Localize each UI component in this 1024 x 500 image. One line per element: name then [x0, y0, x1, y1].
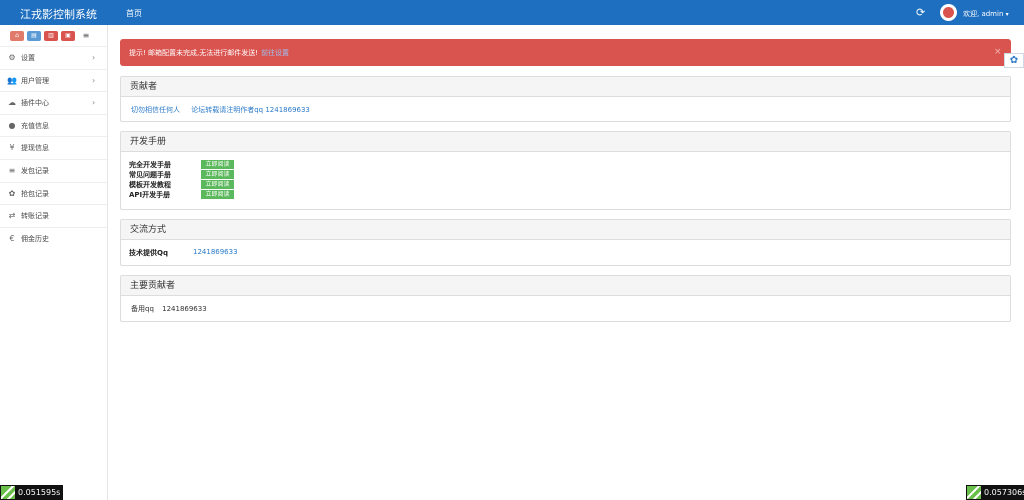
- list-icon[interactable]: ≡: [80, 31, 92, 41]
- sidebar-item-label: 发包记录: [21, 166, 49, 175]
- panel-contributors: 贡献者 切勿相信任何人 论坛转载请注明作者qq 1241869633: [120, 76, 1011, 122]
- sidebar-item-plugins[interactable]: ☁ 插件中心 ›: [0, 91, 107, 114]
- panel-contact: 交流方式 技术提供Qq 1241869633: [120, 219, 1011, 266]
- sidebar-menu: ⚙ 设置 › 👥 用户管理 › ☁ 插件中心 › ● 充值信息 ¥ 提现信息 ≡ 发包记录 ✿ 抢包…: [0, 46, 107, 249]
- timer-logo-icon: [1, 486, 15, 499]
- yen-icon: ¥: [9, 143, 15, 153]
- close-icon[interactable]: ×: [994, 47, 1002, 57]
- cloud-icon: ☁: [8, 98, 16, 108]
- manual-label: 完全开发手册: [129, 161, 171, 169]
- sidebar-item-label: 转账记录: [21, 212, 49, 221]
- sidebar-item-settings[interactable]: ⚙ 设置 ›: [0, 46, 107, 69]
- sidebar-item-recharge[interactable]: ● 充值信息: [0, 113, 107, 137]
- nav-home-link[interactable]: 首页: [126, 8, 142, 19]
- gear-icon: ⚙: [8, 53, 16, 62]
- sidebar-item-label: 充值信息: [21, 121, 49, 130]
- alert-text: 提示! 邮箱配置未完成,无法进行邮件发送! 前往设置: [129, 48, 289, 58]
- sidebar-item-label: 插件中心: [21, 99, 49, 108]
- avatar[interactable]: [940, 4, 957, 21]
- timer-value: 0.051595s: [18, 488, 61, 497]
- sidebar-item-label: 抢包记录: [21, 189, 49, 198]
- sidebar-item-commission-history[interactable]: € 佣金历史: [0, 226, 107, 250]
- read-now-button[interactable]: 立即阅读: [201, 160, 234, 169]
- exchange-icon: ⇄: [8, 211, 16, 221]
- manual-label: API开发手册: [129, 191, 171, 199]
- panel-dev-manual: 开发手册 完全开发手册 立即阅读 常见问题手册 立即阅读 模板开发教程 立即阅读…: [120, 131, 1011, 210]
- sidebar-item-label: 用户管理: [21, 76, 49, 85]
- timer-value: 0.057306s: [984, 488, 1024, 497]
- document-icon[interactable]: ▤: [27, 31, 41, 41]
- sidebar-item-send-records[interactable]: ≡ 发包记录: [0, 158, 107, 182]
- read-now-button[interactable]: 立即阅读: [201, 170, 234, 179]
- chevron-right-icon: ›: [92, 53, 96, 62]
- user-menu[interactable]: 欢迎, admin ▾: [963, 9, 1009, 19]
- alert-settings-link[interactable]: 前往设置: [261, 49, 289, 57]
- sidebar-item-label: 佣金历史: [21, 234, 49, 243]
- debug-timer-left[interactable]: 0.051595s: [0, 485, 64, 500]
- sidebar-item-transfer-records[interactable]: ⇄ 转账记录: [0, 204, 107, 227]
- chevron-right-icon: ›: [92, 98, 96, 108]
- panel-title: 交流方式: [121, 220, 1010, 240]
- contributor-link[interactable]: 切勿相信任何人: [131, 106, 180, 114]
- list-item: API开发手册 立即阅读: [129, 190, 249, 201]
- top-navbar: 江戎影控制系统 首页 ⟳ 欢迎, admin ▾: [0, 0, 1024, 25]
- alert-banner: 提示! 邮箱配置未完成,无法进行邮件发送! 前往设置 ×: [120, 39, 1011, 66]
- home-icon[interactable]: ⌂: [10, 31, 24, 41]
- sidebar-item-users[interactable]: 👥 用户管理 ›: [0, 68, 107, 92]
- panel-main-contributors: 主要贡献者 备用qq 1241869633: [120, 275, 1011, 322]
- print-icon[interactable]: ▣: [61, 31, 75, 41]
- main-contributor-label: 备用qq: [131, 305, 154, 313]
- manual-label: 模板开发教程: [129, 181, 171, 189]
- sidebar-item-label: 提现信息: [21, 144, 49, 153]
- contact-qq-link[interactable]: 1241869633: [193, 248, 238, 256]
- sidebar-item-grab-records[interactable]: ✿ 抢包记录: [0, 181, 107, 205]
- contact-row: 技术提供Qq: [129, 248, 168, 258]
- chevron-down-icon: ▾: [1005, 11, 1009, 18]
- timer-logo-icon: [967, 486, 981, 499]
- refresh-icon[interactable]: ⟳: [916, 7, 927, 18]
- contributors-links: 切勿相信任何人 论坛转载请注明作者qq 1241869633: [131, 105, 310, 115]
- main-contributor-row: 备用qq 1241869633: [131, 304, 207, 314]
- trash-icon[interactable]: ▥: [44, 31, 58, 41]
- main-contributor-value: 1241869633: [162, 305, 207, 313]
- read-now-button[interactable]: 立即阅读: [201, 180, 234, 189]
- contact-label: 技术提供Qq: [129, 249, 168, 257]
- manual-label: 常见问题手册: [129, 171, 171, 179]
- chevron-right-icon: ›: [92, 75, 96, 85]
- alert-message: 提示! 邮箱配置未完成,无法进行邮件发送!: [129, 49, 259, 57]
- database-icon: ≡: [8, 165, 16, 175]
- user-greeting: 欢迎, admin: [963, 10, 1004, 18]
- contact-value-wrap: 1241869633: [193, 248, 238, 256]
- sidebar-item-label: 设置: [21, 54, 35, 62]
- panel-title: 主要贡献者: [121, 276, 1010, 296]
- contributor-link[interactable]: 论坛转载请注明作者qq 1241869633: [191, 106, 310, 114]
- coin-icon: ●: [8, 120, 16, 130]
- euro-icon: €: [9, 233, 15, 243]
- users-icon: 👥: [7, 75, 17, 85]
- sidebar-item-withdraw[interactable]: ¥ 提现信息: [0, 136, 107, 159]
- avatar-image: [943, 7, 954, 18]
- share-icon[interactable]: ✿: [1004, 53, 1024, 68]
- debug-timer-right[interactable]: 0.057306s: [966, 485, 1024, 500]
- panel-title: 贡献者: [121, 77, 1010, 97]
- sidebar: ⌂ ▤ ▥ ▣ ≡ ⚙ 设置 › 👥 用户管理 › ☁ 插件中心 › ● 充值信息 ¥ 提现信息…: [0, 25, 108, 500]
- read-now-button[interactable]: 立即阅读: [201, 190, 234, 199]
- cog-icon: ✿: [8, 188, 16, 198]
- brand-title[interactable]: 江戎影控制系统: [20, 6, 97, 22]
- panel-title: 开发手册: [121, 132, 1010, 152]
